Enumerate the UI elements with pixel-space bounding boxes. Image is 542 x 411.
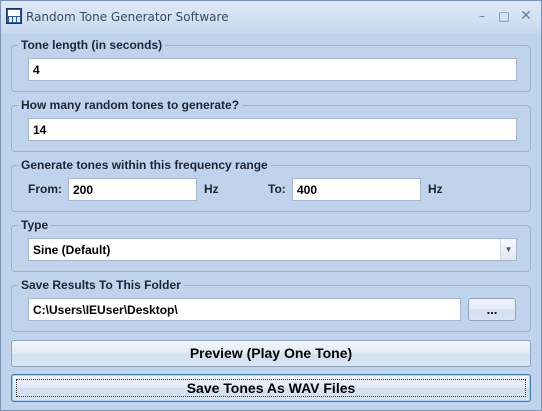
chevron-down-icon[interactable]: ▼ [500,239,516,260]
tone-count-input[interactable]: 14 [28,118,517,141]
title-bar[interactable]: Random Tone Generator Software – □ ✕ [1,1,541,33]
tone-length-label: Tone length (in seconds) [18,38,166,52]
from-label: From: [28,182,62,196]
maximize-icon[interactable]: □ [493,7,515,25]
to-frequency-input[interactable]: 400 [292,178,421,201]
window-title: Random Tone Generator Software [26,10,229,24]
type-group: Type Sine (Default) ▼ [11,218,531,272]
tone-count-label: How many random tones to generate? [18,98,243,112]
folder-group: Save Results To This Folder C:\Users\IEU… [11,278,531,332]
browse-button[interactable]: ... [468,298,516,321]
focus-rectangle [16,379,526,397]
to-unit-label: Hz [428,182,443,196]
preview-button[interactable]: Preview (Play One Tone) [11,340,531,367]
app-icon [6,8,22,24]
type-selected-value: Sine (Default) [33,243,111,257]
tone-length-group: Tone length (in seconds) 4 [11,38,531,92]
from-unit-label: Hz [204,182,219,196]
frequency-group: Generate tones within this frequency ran… [11,158,531,212]
tone-count-group: How many random tones to generate? 14 [11,98,531,152]
folder-path-input[interactable]: C:\Users\IEUser\Desktop\ [28,298,461,321]
close-icon[interactable]: ✕ [515,7,537,25]
frequency-label: Generate tones within this frequency ran… [18,158,271,172]
app-window: Random Tone Generator Software – □ ✕ Ton… [0,0,542,411]
folder-label: Save Results To This Folder [18,278,184,292]
save-wav-button[interactable]: Save Tones As WAV Files [11,374,531,402]
type-select[interactable]: Sine (Default) ▼ [28,238,517,261]
minimize-icon[interactable]: – [471,7,493,25]
tone-length-input[interactable]: 4 [28,58,517,81]
preview-button-label: Preview (Play One Tone) [189,345,353,361]
from-frequency-input[interactable]: 200 [68,178,197,201]
type-label: Type [18,218,52,232]
to-label: To: [268,182,286,196]
